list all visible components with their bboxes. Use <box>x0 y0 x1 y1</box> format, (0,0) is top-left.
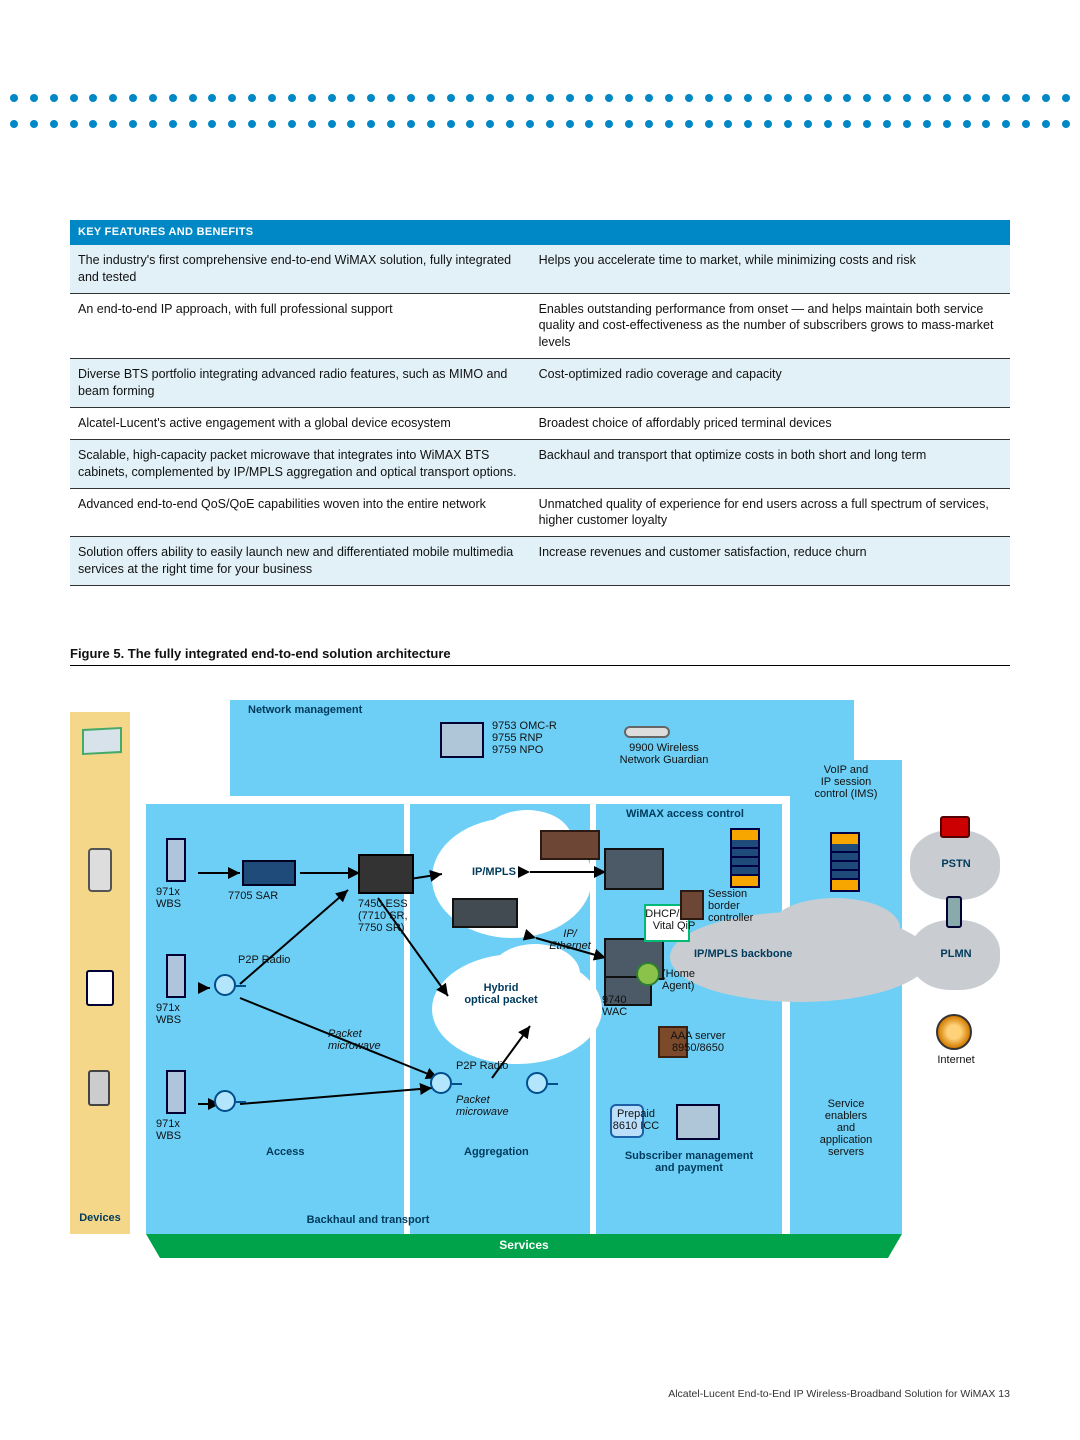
ip-eth-label: IP/ Ethernet <box>540 928 600 952</box>
sbc-icon <box>680 890 704 920</box>
figure-caption: Figure 5. The fully integrated end-to-en… <box>70 646 1010 661</box>
feature-cell: The industry's first comprehensive end-t… <box>70 245 531 293</box>
wng-icon <box>624 726 670 738</box>
table-row: An end-to-end IP approach, with full pro… <box>70 293 1010 359</box>
backhaul-label: Backhaul and transport <box>146 1214 590 1226</box>
plmn-label: PLMN <box>916 948 996 960</box>
figure-rule <box>70 665 1010 666</box>
mw-dish-icon-4 <box>526 1072 548 1094</box>
access-label: Access <box>266 1146 305 1158</box>
benefit-cell: Backhaul and transport that optimize cos… <box>531 439 1010 488</box>
key-features-table: KEY FEATURES AND BENEFITS The industry's… <box>70 220 1010 586</box>
mw-dish-icon-2 <box>214 1090 236 1112</box>
router-icon-1 <box>540 830 600 860</box>
service-enablers-label: Service enablers and application servers <box>790 1098 902 1158</box>
billing-pc-icon <box>676 1104 720 1140</box>
desk-phone-icon <box>940 816 970 838</box>
sar-label: 7705 SAR <box>228 890 278 902</box>
wbs-label-1: 971x WBS <box>156 886 181 910</box>
backbone-label: IP/MPLS backbone <box>694 948 792 960</box>
table-header: KEY FEATURES AND BENEFITS <box>70 220 1010 245</box>
globe-icon <box>936 1014 972 1050</box>
packet-mw-label-1: Packet microwave <box>328 1028 381 1052</box>
feature-cell: Scalable, high-capacity packet microwave… <box>70 439 531 488</box>
sub-mgmt-label: Subscriber management and payment <box>596 1150 782 1174</box>
table-row: Solution offers ability to easily launch… <box>70 537 1010 586</box>
benefit-cell: Enables outstanding performance from ons… <box>531 293 1010 359</box>
ess-icon <box>358 854 414 894</box>
modem-icon <box>88 848 112 892</box>
wbs-icon-2 <box>166 954 186 998</box>
nms-computer-icon <box>440 722 484 758</box>
home-agent-icon <box>636 962 660 986</box>
feature-cell: Solution offers ability to easily launch… <box>70 537 531 586</box>
architecture-diagram: Devices Network management 9753 OMC-R 97… <box>70 698 1010 1250</box>
core-server-icon <box>730 828 760 888</box>
dotted-header <box>0 94 1080 134</box>
omc-label: 9753 OMC-R 9755 RNP 9759 NPO <box>492 720 557 756</box>
aggregation-label: Aggregation <box>464 1146 529 1158</box>
table-row: The industry's first comprehensive end-t… <box>70 245 1010 293</box>
benefit-cell: Broadest choice of affordably priced ter… <box>531 407 1010 439</box>
mw-dish-icon-1 <box>214 974 236 996</box>
table-row: Diverse BTS portfolio integrating advanc… <box>70 359 1010 408</box>
router-icon-2 <box>604 848 664 890</box>
packet-mw-label-2: Packet microwave <box>456 1094 509 1118</box>
benefit-cell: Unmatched quality of experience for end … <box>531 488 1010 537</box>
page-content: KEY FEATURES AND BENEFITS The industry's… <box>70 220 1010 1250</box>
p2p-label-2: P2P Radio <box>456 1060 508 1072</box>
wimax-ac-label: WiMAX access control <box>626 808 744 820</box>
page-footer: Alcatel-Lucent End-to-End IP Wireless-Br… <box>668 1388 1010 1400</box>
feature-cell: Advanced end-to-end QoS/QoE capabilities… <box>70 488 531 537</box>
network-management-label: Network management <box>248 704 362 716</box>
mw-dish-icon-3 <box>430 1072 452 1094</box>
feature-cell: Diverse BTS portfolio integrating advanc… <box>70 359 531 408</box>
ims-server-icon <box>830 832 860 892</box>
laptop-icon <box>82 727 122 755</box>
switch-icon-1 <box>452 898 518 928</box>
pda-icon <box>86 970 114 1006</box>
ess-label: 7450 ESS (7710 SR, 7750 SR) <box>358 898 408 934</box>
p2p-label-1: P2P Radio <box>238 954 290 966</box>
aaa-label: AAA server 8950/8650 <box>638 1030 758 1054</box>
sar-icon <box>242 860 296 886</box>
benefit-cell: Helps you accelerate time to market, whi… <box>531 245 1010 293</box>
services-label: Services <box>146 1234 902 1256</box>
feature-cell: An end-to-end IP approach, with full pro… <box>70 293 531 359</box>
wbs-icon-1 <box>166 838 186 882</box>
pstn-label: PSTN <box>916 858 996 870</box>
benefit-cell: Cost-optimized radio coverage and capaci… <box>531 359 1010 408</box>
handset-icon <box>88 1070 110 1106</box>
ipmpls-label: IP/MPLS <box>454 866 534 878</box>
internet-label: Internet <box>916 1054 996 1066</box>
feature-cell: Alcatel-Lucent's active engagement with … <box>70 407 531 439</box>
prepaid-label: Prepaid 8610 ICC <box>596 1108 676 1132</box>
table-row: Scalable, high-capacity packet microwave… <box>70 439 1010 488</box>
table-row: Advanced end-to-end QoS/QoE capabilities… <box>70 488 1010 537</box>
wbs-icon-3 <box>166 1070 186 1114</box>
wac-label: 9740 WAC <box>602 994 627 1018</box>
wng-label: 9900 Wireless Network Guardian <box>604 742 724 766</box>
ims-label: VoIP and IP session control (IMS) <box>790 764 902 800</box>
mobile-phone-icon <box>946 896 962 928</box>
wbs-label-3: 971x WBS <box>156 1118 181 1142</box>
home-agent-label: (Home Agent) <box>662 968 695 992</box>
benefit-cell: Increase revenues and customer satisfact… <box>531 537 1010 586</box>
sbc-label: Session border controller <box>708 888 753 924</box>
devices-label: Devices <box>74 1212 126 1224</box>
table-row: Alcatel-Lucent's active engagement with … <box>70 407 1010 439</box>
wbs-label-2: 971x WBS <box>156 1002 181 1026</box>
hybrid-label: Hybrid optical packet <box>446 982 556 1006</box>
